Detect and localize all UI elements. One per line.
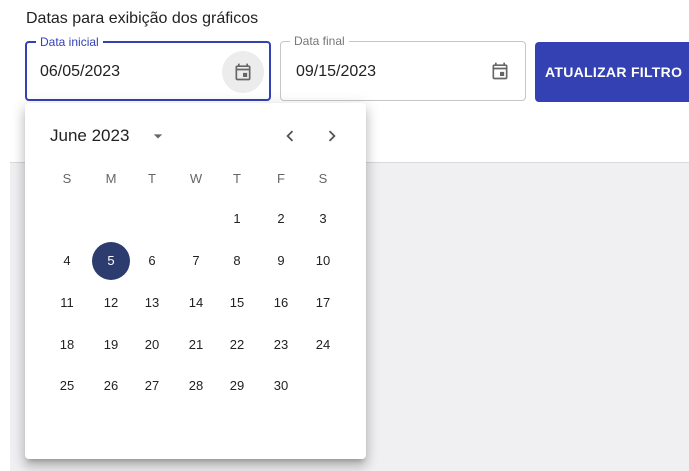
day-cell[interactable]: 7 [177,242,215,280]
month-year-label[interactable]: June 2023 [50,126,129,146]
page: Datas para exibição dos gráficos Data in… [0,0,689,471]
weekday-label: T [148,171,156,186]
weekday-label: F [277,171,285,186]
day-cell[interactable]: 3 [304,200,342,238]
day-cell[interactable]: 20 [133,326,171,364]
day-cell[interactable]: 17 [304,284,342,322]
apply-filter-button[interactable]: ATUALIZAR FILTRO [535,42,689,102]
day-cell[interactable]: 27 [133,367,171,405]
day-cell[interactable]: 11 [48,284,86,322]
day-cell[interactable]: 29 [218,367,256,405]
day-cell[interactable]: 22 [218,326,256,364]
day-cell[interactable]: 21 [177,326,215,364]
day-cell[interactable]: 30 [262,367,300,405]
weekday-label: S [318,171,328,186]
section-heading: Datas para exibição dos gráficos [26,10,259,27]
day-cell[interactable]: 23 [262,326,300,364]
day-cell[interactable]: 25 [48,367,86,405]
end-date-calendar-button[interactable] [479,50,521,92]
start-date-label: Data inicial [36,35,103,49]
start-date-value[interactable]: 06/05/2023 [40,63,120,81]
weekday-label: T [233,171,241,186]
day-cell[interactable]: 1 [218,200,256,238]
chevron-left-icon [286,130,294,142]
day-cell[interactable]: 28 [177,367,215,405]
day-cell[interactable]: 18 [48,326,86,364]
weekday-label: M [105,171,117,186]
calendar-icon [492,62,508,80]
day-cell[interactable]: 24 [304,326,342,364]
day-cell[interactable]: 2 [262,200,300,238]
day-cell[interactable]: 19 [92,326,130,364]
day-cell[interactable]: 13 [133,284,171,322]
selected-day-cell[interactable]: 5 [92,242,130,280]
day-cell[interactable]: 6 [133,242,171,280]
day-cell[interactable]: 15 [218,284,256,322]
day-cell[interactable]: 12 [92,284,130,322]
previous-month-button[interactable] [276,122,304,150]
end-date-label: Data final [290,34,349,48]
calendar-icon [235,63,251,81]
day-cell[interactable]: 9 [262,242,300,280]
day-cell[interactable]: 16 [262,284,300,322]
next-month-button[interactable] [318,122,346,150]
weekday-label: W [189,171,203,186]
month-dropdown-button[interactable] [145,123,171,149]
chevron-down-icon [153,134,163,139]
day-cell[interactable]: 8 [218,242,256,280]
date-picker-popup: June 2023 SMTWTFS 1 2 3 4 5 6 7 8 9 10 11 12 13 14 15 1… [25,103,366,459]
chevron-right-icon [328,130,336,142]
day-cell[interactable]: 4 [48,242,86,280]
day-cell[interactable]: 10 [304,242,342,280]
weekday-label: S [62,171,72,186]
start-date-calendar-button[interactable] [222,51,264,93]
end-date-value[interactable]: 09/15/2023 [296,63,376,81]
end-date-field[interactable]: Data final 09/15/2023 [280,34,526,101]
start-date-field[interactable]: Data inicial 06/05/2023 [25,35,271,101]
date-picker-header: June 2023 [25,103,366,167]
day-cell[interactable]: 14 [177,284,215,322]
day-cell[interactable]: 26 [92,367,130,405]
